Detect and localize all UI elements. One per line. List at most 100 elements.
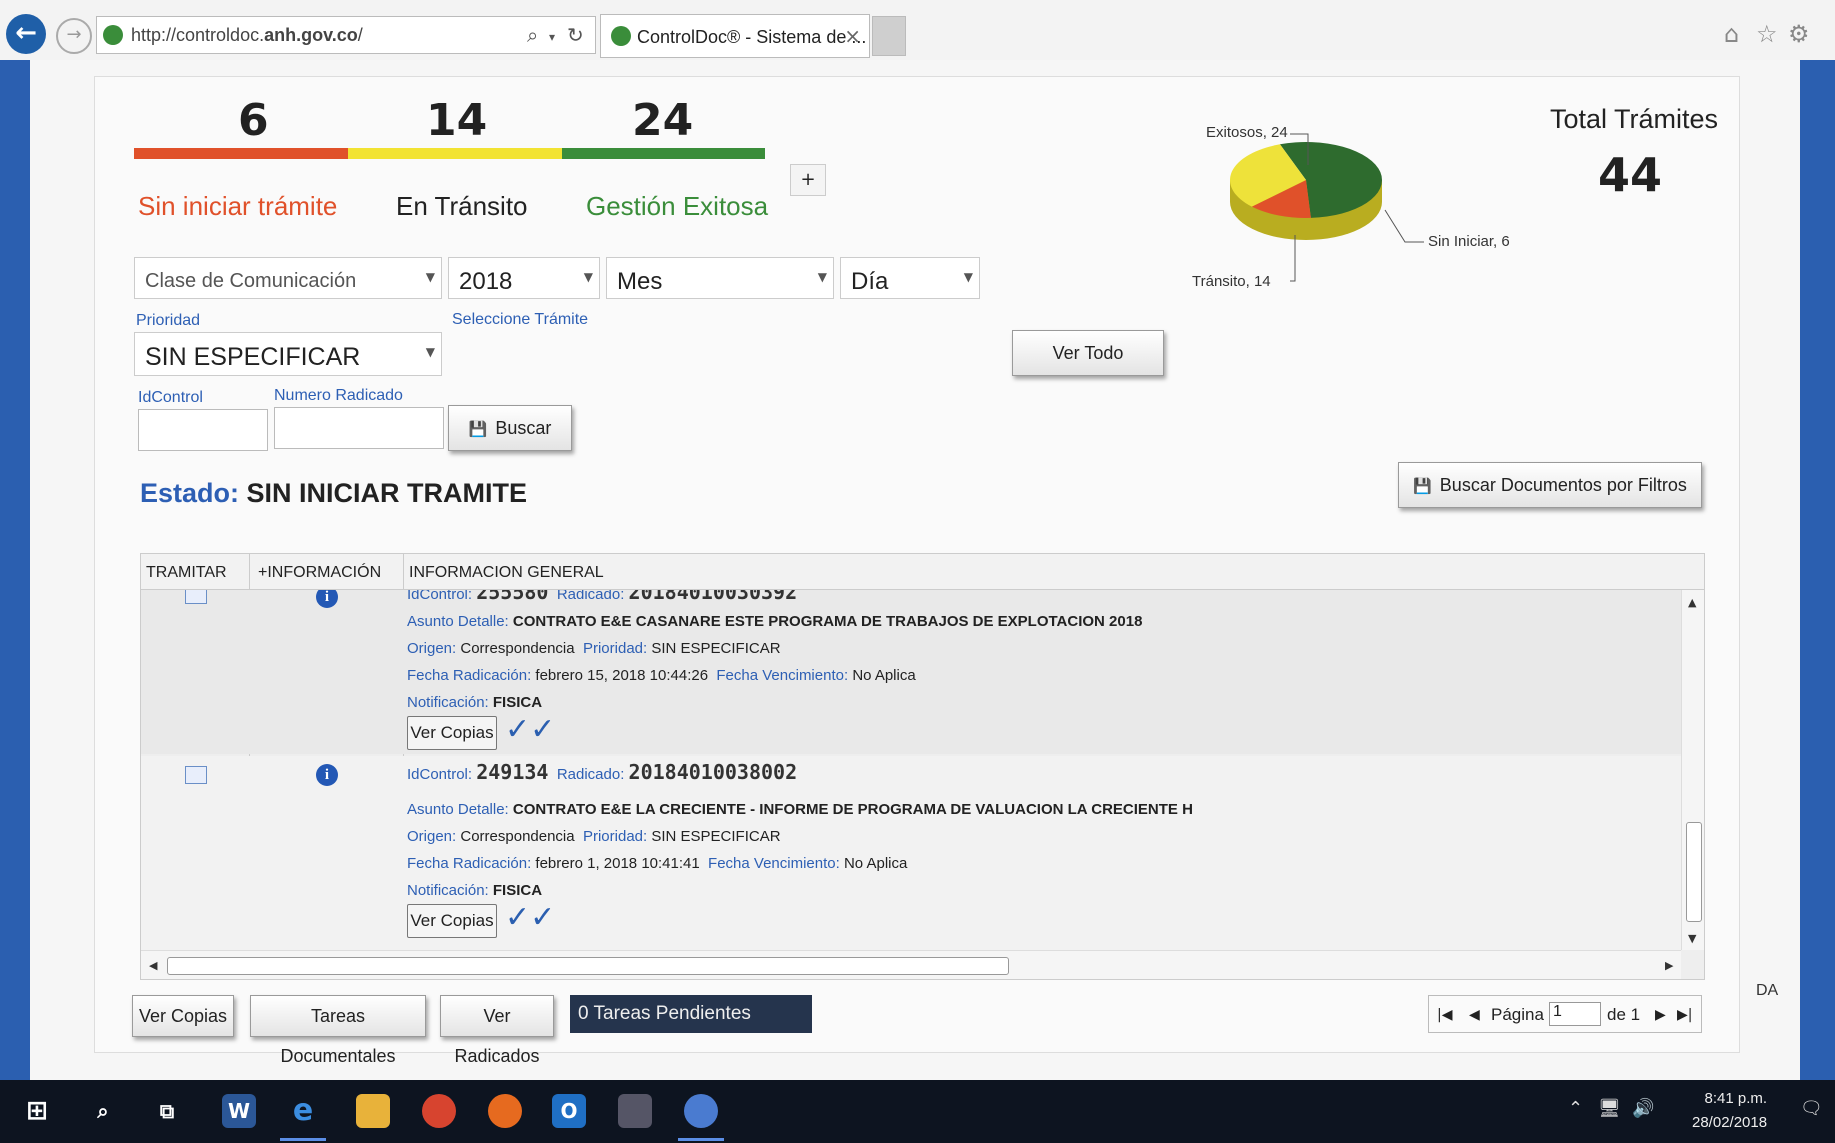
origen-value: Correspondencia bbox=[460, 828, 575, 845]
ver-copias-button[interactable]: Ver Copias bbox=[132, 995, 234, 1037]
table-row: i IdControl: 255580 Radicado: 2018401003… bbox=[141, 590, 1681, 754]
first-page-icon[interactable]: |◀ bbox=[1437, 1007, 1452, 1023]
column-header-informacion-general[interactable]: INFORMACION GENERAL bbox=[409, 564, 604, 582]
internet-explorer-icon[interactable]: e bbox=[286, 1094, 320, 1128]
grid-header: TRAMITAR +INFORMACIÓN INFORMACION GENERA… bbox=[141, 554, 1704, 590]
prioridad-key: Prioridad: bbox=[582, 828, 648, 845]
vertical-scroll-thumb[interactable] bbox=[1686, 822, 1702, 922]
firefox-icon[interactable] bbox=[488, 1094, 522, 1128]
label-en-transito[interactable]: En Tránsito bbox=[396, 191, 528, 222]
chrome-icon[interactable] bbox=[422, 1094, 456, 1128]
notificacion-key: Notificación: bbox=[407, 882, 489, 899]
notifications-icon[interactable]: 🗨 bbox=[1800, 1098, 1823, 1119]
ver-copias-row-button[interactable]: Ver Copias bbox=[407, 904, 497, 938]
fecha-radicacion-key: Fecha Radicación: bbox=[407, 667, 532, 684]
double-check-icon: ✓✓ bbox=[505, 712, 556, 747]
tray-volume-icon[interactable]: 🔊 bbox=[1632, 1098, 1654, 1119]
tramitar-document-icon[interactable] bbox=[185, 766, 207, 784]
file-explorer-icon[interactable] bbox=[356, 1094, 390, 1128]
ver-radicados-button[interactable]: Ver Radicados bbox=[440, 995, 554, 1066]
year-select[interactable]: 2018 ▼ bbox=[448, 257, 600, 299]
tramitar-document-icon[interactable] bbox=[185, 590, 207, 604]
pie-leader-lines bbox=[1290, 133, 1424, 282]
mes-value: Mes bbox=[617, 268, 663, 295]
idcontrol-value: 249134 bbox=[476, 760, 549, 784]
address-url: http://controldoc.anh.gov.co/ bbox=[131, 25, 363, 45]
buscar-documentos-filtros-label: Buscar Documentos por Filtros bbox=[1439, 475, 1687, 495]
fecha-vencimiento-key: Fecha Vencimiento: bbox=[716, 667, 849, 684]
horizontal-scrollbar[interactable]: ◀ ▶ bbox=[141, 950, 1681, 979]
scroll-left-icon[interactable]: ◀ bbox=[149, 959, 157, 972]
bar-en-transito bbox=[348, 148, 562, 159]
search-icon[interactable]: ⌕ bbox=[527, 23, 538, 47]
next-page-icon[interactable]: ▶ bbox=[1655, 1007, 1666, 1023]
idcontrol-key: IdControl: bbox=[407, 766, 473, 783]
last-page-icon[interactable]: ▶| bbox=[1677, 1007, 1692, 1023]
clock-date: 28/02/2018 bbox=[1692, 1114, 1768, 1131]
mes-select[interactable]: Mes ▼ bbox=[606, 257, 834, 299]
grid-body: i IdControl: 255580 Radicado: 2018401003… bbox=[141, 590, 1681, 950]
total-tramites-value: 44 bbox=[1598, 148, 1663, 202]
scroll-down-icon[interactable]: ▼ bbox=[1688, 932, 1696, 945]
prioridad-select[interactable]: SIN ESPECIFICAR ▼ bbox=[134, 332, 442, 376]
taskbar-clock[interactable]: 8:41 p.m. 28/02/2018 bbox=[1692, 1087, 1767, 1135]
home-icon[interactable]: ⌂ bbox=[1724, 20, 1739, 48]
ver-todo-button[interactable]: Ver Todo bbox=[1012, 330, 1164, 376]
refresh-icon[interactable]: ↻ bbox=[567, 23, 584, 47]
documents-grid: TRAMITAR +INFORMACIÓN INFORMACION GENERA… bbox=[140, 553, 1705, 980]
horizontal-scroll-thumb[interactable] bbox=[167, 957, 1009, 975]
dropdown-arrow-icon[interactable]: ▾ bbox=[549, 30, 555, 44]
back-arrow-icon[interactable]: ← bbox=[6, 14, 46, 54]
notificacion-key: Notificación: bbox=[407, 694, 489, 711]
word-app-icon[interactable]: W bbox=[222, 1094, 256, 1128]
fecha-vencimiento-value: No Aplica bbox=[852, 667, 916, 684]
radicado-key: Radicado: bbox=[556, 590, 625, 603]
outlook-icon[interactable]: O bbox=[552, 1094, 586, 1128]
tareas-documentales-button[interactable]: Tareas Documentales bbox=[250, 995, 426, 1066]
total-tramites-title: Total Trámites bbox=[1550, 104, 1719, 134]
label-exitosa[interactable]: Gestión Exitosa bbox=[586, 191, 768, 222]
side-text: DA bbox=[1756, 982, 1779, 999]
clase-comunicacion-select[interactable]: Clase de Comunicación ▼ bbox=[134, 257, 442, 299]
tareas-pendientes-indicator[interactable]: 0 Tareas Pendientes bbox=[570, 995, 812, 1033]
expand-plus-button[interactable]: + bbox=[790, 164, 826, 196]
app-icon[interactable] bbox=[618, 1094, 652, 1128]
settings-gear-icon[interactable]: ⚙ bbox=[1788, 20, 1810, 48]
idcontrol-input[interactable] bbox=[138, 409, 268, 451]
close-tab-icon[interactable]: × bbox=[844, 24, 861, 48]
previous-page-icon[interactable]: ◀ bbox=[1469, 1007, 1480, 1023]
idcontrol-label: IdControl bbox=[138, 389, 203, 406]
favorites-star-icon[interactable]: ☆ bbox=[1756, 20, 1778, 48]
forward-arrow-icon[interactable]: → bbox=[56, 18, 92, 54]
windows-start-icon[interactable]: ⊞ bbox=[20, 1094, 54, 1128]
browser-tab[interactable]: ControlDoc® - Sistema de ... × bbox=[600, 14, 870, 58]
buscar-button[interactable]: 💾 Buscar bbox=[448, 405, 572, 451]
info-icon[interactable]: i bbox=[316, 590, 338, 608]
new-tab-button[interactable] bbox=[872, 16, 906, 56]
buscar-documentos-filtros-button[interactable]: 💾 Buscar Documentos por Filtros bbox=[1398, 462, 1702, 508]
numero-radicado-label: Numero Radicado bbox=[274, 387, 403, 404]
vertical-scrollbar[interactable]: ▲ ▼ bbox=[1681, 590, 1704, 950]
info-icon[interactable]: i bbox=[316, 764, 338, 786]
page-number-input[interactable]: 1 bbox=[1549, 1002, 1601, 1026]
scroll-right-icon[interactable]: ▶ bbox=[1665, 959, 1673, 972]
scroll-up-icon[interactable]: ▲ bbox=[1688, 596, 1696, 609]
tray-chevron-up-icon[interactable]: ⌃ bbox=[1568, 1098, 1583, 1119]
column-header-tramitar[interactable]: TRAMITAR bbox=[146, 564, 227, 582]
label-sin-iniciar[interactable]: Sin iniciar trámite bbox=[138, 191, 337, 222]
chevron-down-icon: ▼ bbox=[963, 270, 973, 284]
task-view-icon[interactable]: ⧉ bbox=[150, 1094, 184, 1128]
buscar-label: Buscar bbox=[495, 418, 552, 438]
paint-icon[interactable] bbox=[684, 1094, 718, 1128]
ver-copias-row-button[interactable]: Ver Copias bbox=[407, 716, 497, 750]
tray-network-icon[interactable]: 🖥 bbox=[1598, 1098, 1621, 1119]
binoculars-icon: 💾 bbox=[1413, 477, 1432, 495]
dia-select[interactable]: Día ▼ bbox=[840, 257, 980, 299]
search-icon[interactable]: ⌕ bbox=[86, 1094, 120, 1128]
address-bar[interactable]: http://controldoc.anh.gov.co/ ⌕ ▾ ↻ bbox=[96, 16, 596, 54]
numero-radicado-input[interactable] bbox=[274, 407, 444, 449]
count-en-transito: 14 bbox=[426, 95, 488, 146]
estado-value: SIN INICIAR TRAMITE bbox=[246, 478, 528, 508]
radicado-key: Radicado: bbox=[556, 766, 625, 783]
column-header-informacion[interactable]: +INFORMACIÓN bbox=[258, 564, 381, 582]
